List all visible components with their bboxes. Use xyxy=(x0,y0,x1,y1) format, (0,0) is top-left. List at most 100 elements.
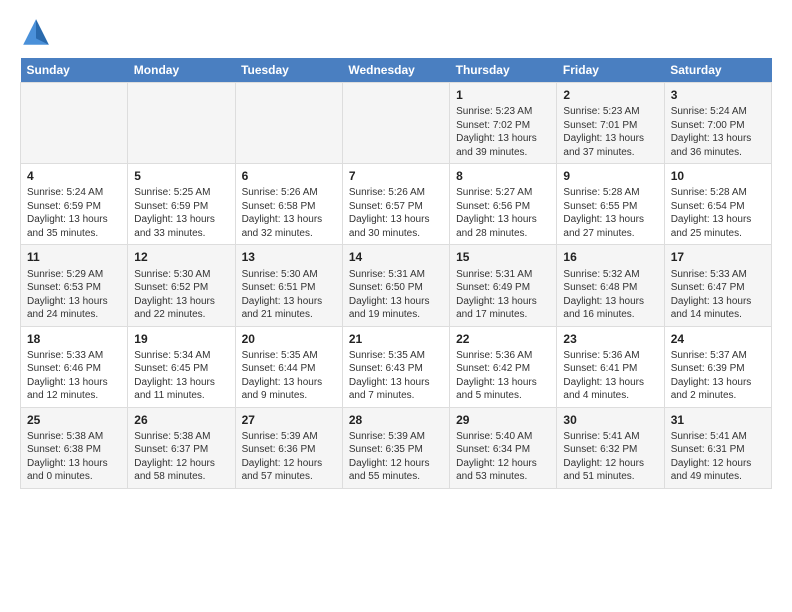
day-number: 15 xyxy=(456,249,550,265)
header-cell-wednesday: Wednesday xyxy=(342,58,449,83)
day-info: Sunrise: 5:38 AM Sunset: 6:37 PM Dayligh… xyxy=(134,430,228,484)
day-info: Sunrise: 5:26 AM Sunset: 6:58 PM Dayligh… xyxy=(242,186,336,240)
header-row: SundayMondayTuesdayWednesdayThursdayFrid… xyxy=(21,58,772,83)
header-cell-monday: Monday xyxy=(128,58,235,83)
day-info: Sunrise: 5:24 AM Sunset: 6:59 PM Dayligh… xyxy=(27,186,121,240)
day-number: 5 xyxy=(134,168,228,184)
logo xyxy=(20,16,56,48)
day-number: 14 xyxy=(349,249,443,265)
day-info: Sunrise: 5:35 AM Sunset: 6:44 PM Dayligh… xyxy=(242,349,336,403)
calendar-cell: 11 Sunrise: 5:29 AM Sunset: 6:53 PM Dayli… xyxy=(21,245,128,326)
day-info: Sunrise: 5:40 AM Sunset: 6:34 PM Dayligh… xyxy=(456,430,550,484)
day-info: Sunrise: 5:30 AM Sunset: 6:51 PM Dayligh… xyxy=(242,268,336,322)
day-number: 18 xyxy=(27,331,121,347)
day-number: 10 xyxy=(671,168,765,184)
day-info: Sunrise: 5:30 AM Sunset: 6:52 PM Dayligh… xyxy=(134,268,228,322)
calendar-cell: 5 Sunrise: 5:25 AM Sunset: 6:59 PM Daylig… xyxy=(128,164,235,245)
week-row-3: 11 Sunrise: 5:29 AM Sunset: 6:53 PM Dayli… xyxy=(21,245,772,326)
day-number: 31 xyxy=(671,412,765,428)
calendar-cell xyxy=(21,83,128,164)
week-row-4: 18 Sunrise: 5:33 AM Sunset: 6:46 PM Dayli… xyxy=(21,326,772,407)
calendar-cell: 30 Sunrise: 5:41 AM Sunset: 6:32 PM Dayli… xyxy=(557,407,664,488)
day-info: Sunrise: 5:36 AM Sunset: 6:42 PM Dayligh… xyxy=(456,349,550,403)
calendar-cell: 3Sunrise: 5:24 AM Sunset: 7:00 PM Daylig… xyxy=(664,83,771,164)
day-info: Sunrise: 5:36 AM Sunset: 6:41 PM Dayligh… xyxy=(563,349,657,403)
calendar-cell: 27 Sunrise: 5:39 AM Sunset: 6:36 PM Dayli… xyxy=(235,407,342,488)
week-row-2: 4Sunrise: 5:24 AM Sunset: 6:59 PM Daylig… xyxy=(21,164,772,245)
day-number: 20 xyxy=(242,331,336,347)
calendar-cell: 2Sunrise: 5:23 AM Sunset: 7:01 PM Daylig… xyxy=(557,83,664,164)
calendar-cell: 9 Sunrise: 5:28 AM Sunset: 6:55 PM Daylig… xyxy=(557,164,664,245)
week-row-1: 1Sunrise: 5:23 AM Sunset: 7:02 PM Daylig… xyxy=(21,83,772,164)
calendar-cell: 28 Sunrise: 5:39 AM Sunset: 6:35 PM Dayli… xyxy=(342,407,449,488)
calendar-cell: 15 Sunrise: 5:31 AM Sunset: 6:49 PM Dayli… xyxy=(450,245,557,326)
day-number: 19 xyxy=(134,331,228,347)
day-number: 26 xyxy=(134,412,228,428)
calendar-cell: 4Sunrise: 5:24 AM Sunset: 6:59 PM Daylig… xyxy=(21,164,128,245)
day-info: Sunrise: 5:34 AM Sunset: 6:45 PM Dayligh… xyxy=(134,349,228,403)
calendar-cell: 19 Sunrise: 5:34 AM Sunset: 6:45 PM Dayli… xyxy=(128,326,235,407)
calendar-cell: 13 Sunrise: 5:30 AM Sunset: 6:51 PM Dayli… xyxy=(235,245,342,326)
header-cell-friday: Friday xyxy=(557,58,664,83)
page: SundayMondayTuesdayWednesdayThursdayFrid… xyxy=(0,0,792,499)
day-number: 21 xyxy=(349,331,443,347)
day-info: Sunrise: 5:28 AM Sunset: 6:55 PM Dayligh… xyxy=(563,186,657,240)
day-number: 7 xyxy=(349,168,443,184)
day-info: Sunrise: 5:27 AM Sunset: 6:56 PM Dayligh… xyxy=(456,186,550,240)
day-info: Sunrise: 5:25 AM Sunset: 6:59 PM Dayligh… xyxy=(134,186,228,240)
day-number: 22 xyxy=(456,331,550,347)
day-info: Sunrise: 5:29 AM Sunset: 6:53 PM Dayligh… xyxy=(27,268,121,322)
day-info: Sunrise: 5:38 AM Sunset: 6:38 PM Dayligh… xyxy=(27,430,121,484)
day-number: 11 xyxy=(27,249,121,265)
day-info: Sunrise: 5:39 AM Sunset: 6:36 PM Dayligh… xyxy=(242,430,336,484)
calendar-cell xyxy=(342,83,449,164)
day-number: 28 xyxy=(349,412,443,428)
day-info: Sunrise: 5:28 AM Sunset: 6:54 PM Dayligh… xyxy=(671,186,765,240)
day-number: 27 xyxy=(242,412,336,428)
week-row-5: 25 Sunrise: 5:38 AM Sunset: 6:38 PM Dayli… xyxy=(21,407,772,488)
calendar-cell: 1Sunrise: 5:23 AM Sunset: 7:02 PM Daylig… xyxy=(450,83,557,164)
day-number: 30 xyxy=(563,412,657,428)
day-number: 23 xyxy=(563,331,657,347)
calendar-cell: 31 Sunrise: 5:41 AM Sunset: 6:31 PM Dayli… xyxy=(664,407,771,488)
calendar-cell: 20 Sunrise: 5:35 AM Sunset: 6:44 PM Dayli… xyxy=(235,326,342,407)
day-info: Sunrise: 5:41 AM Sunset: 6:31 PM Dayligh… xyxy=(671,430,765,484)
day-number: 13 xyxy=(242,249,336,265)
logo-icon xyxy=(20,16,52,48)
day-info: Sunrise: 5:35 AM Sunset: 6:43 PM Dayligh… xyxy=(349,349,443,403)
calendar-cell: 26 Sunrise: 5:38 AM Sunset: 6:37 PM Dayli… xyxy=(128,407,235,488)
day-info: Sunrise: 5:31 AM Sunset: 6:50 PM Dayligh… xyxy=(349,268,443,322)
calendar-cell: 29 Sunrise: 5:40 AM Sunset: 6:34 PM Dayli… xyxy=(450,407,557,488)
calendar-cell: 14 Sunrise: 5:31 AM Sunset: 6:50 PM Dayli… xyxy=(342,245,449,326)
day-info: Sunrise: 5:33 AM Sunset: 6:46 PM Dayligh… xyxy=(27,349,121,403)
header-cell-sunday: Sunday xyxy=(21,58,128,83)
calendar-cell: 23 Sunrise: 5:36 AM Sunset: 6:41 PM Dayli… xyxy=(557,326,664,407)
day-info: Sunrise: 5:26 AM Sunset: 6:57 PM Dayligh… xyxy=(349,186,443,240)
calendar-cell: 10 Sunrise: 5:28 AM Sunset: 6:54 PM Dayli… xyxy=(664,164,771,245)
calendar-cell: 16Sunrise: 5:32 AM Sunset: 6:48 PM Dayli… xyxy=(557,245,664,326)
calendar-cell: 18 Sunrise: 5:33 AM Sunset: 6:46 PM Dayli… xyxy=(21,326,128,407)
calendar-cell xyxy=(235,83,342,164)
header-cell-thursday: Thursday xyxy=(450,58,557,83)
day-info: Sunrise: 5:31 AM Sunset: 6:49 PM Dayligh… xyxy=(456,268,550,322)
day-info: Sunrise: 5:41 AM Sunset: 6:32 PM Dayligh… xyxy=(563,430,657,484)
calendar-cell: 7 Sunrise: 5:26 AM Sunset: 6:57 PM Daylig… xyxy=(342,164,449,245)
day-number: 16 xyxy=(563,249,657,265)
calendar-cell: 21 Sunrise: 5:35 AM Sunset: 6:43 PM Dayli… xyxy=(342,326,449,407)
day-info: Sunrise: 5:23 AM Sunset: 7:02 PM Dayligh… xyxy=(456,105,550,159)
calendar-table: SundayMondayTuesdayWednesdayThursdayFrid… xyxy=(20,58,772,489)
calendar-cell: 22 Sunrise: 5:36 AM Sunset: 6:42 PM Dayli… xyxy=(450,326,557,407)
day-number: 24 xyxy=(671,331,765,347)
day-number: 9 xyxy=(563,168,657,184)
day-number: 25 xyxy=(27,412,121,428)
calendar-cell: 25 Sunrise: 5:38 AM Sunset: 6:38 PM Dayli… xyxy=(21,407,128,488)
day-info: Sunrise: 5:39 AM Sunset: 6:35 PM Dayligh… xyxy=(349,430,443,484)
day-number: 6 xyxy=(242,168,336,184)
header xyxy=(20,16,772,48)
day-number: 17 xyxy=(671,249,765,265)
calendar-cell: 6 Sunrise: 5:26 AM Sunset: 6:58 PM Daylig… xyxy=(235,164,342,245)
day-number: 29 xyxy=(456,412,550,428)
calendar-cell: 12Sunrise: 5:30 AM Sunset: 6:52 PM Dayli… xyxy=(128,245,235,326)
header-cell-saturday: Saturday xyxy=(664,58,771,83)
calendar-cell xyxy=(128,83,235,164)
